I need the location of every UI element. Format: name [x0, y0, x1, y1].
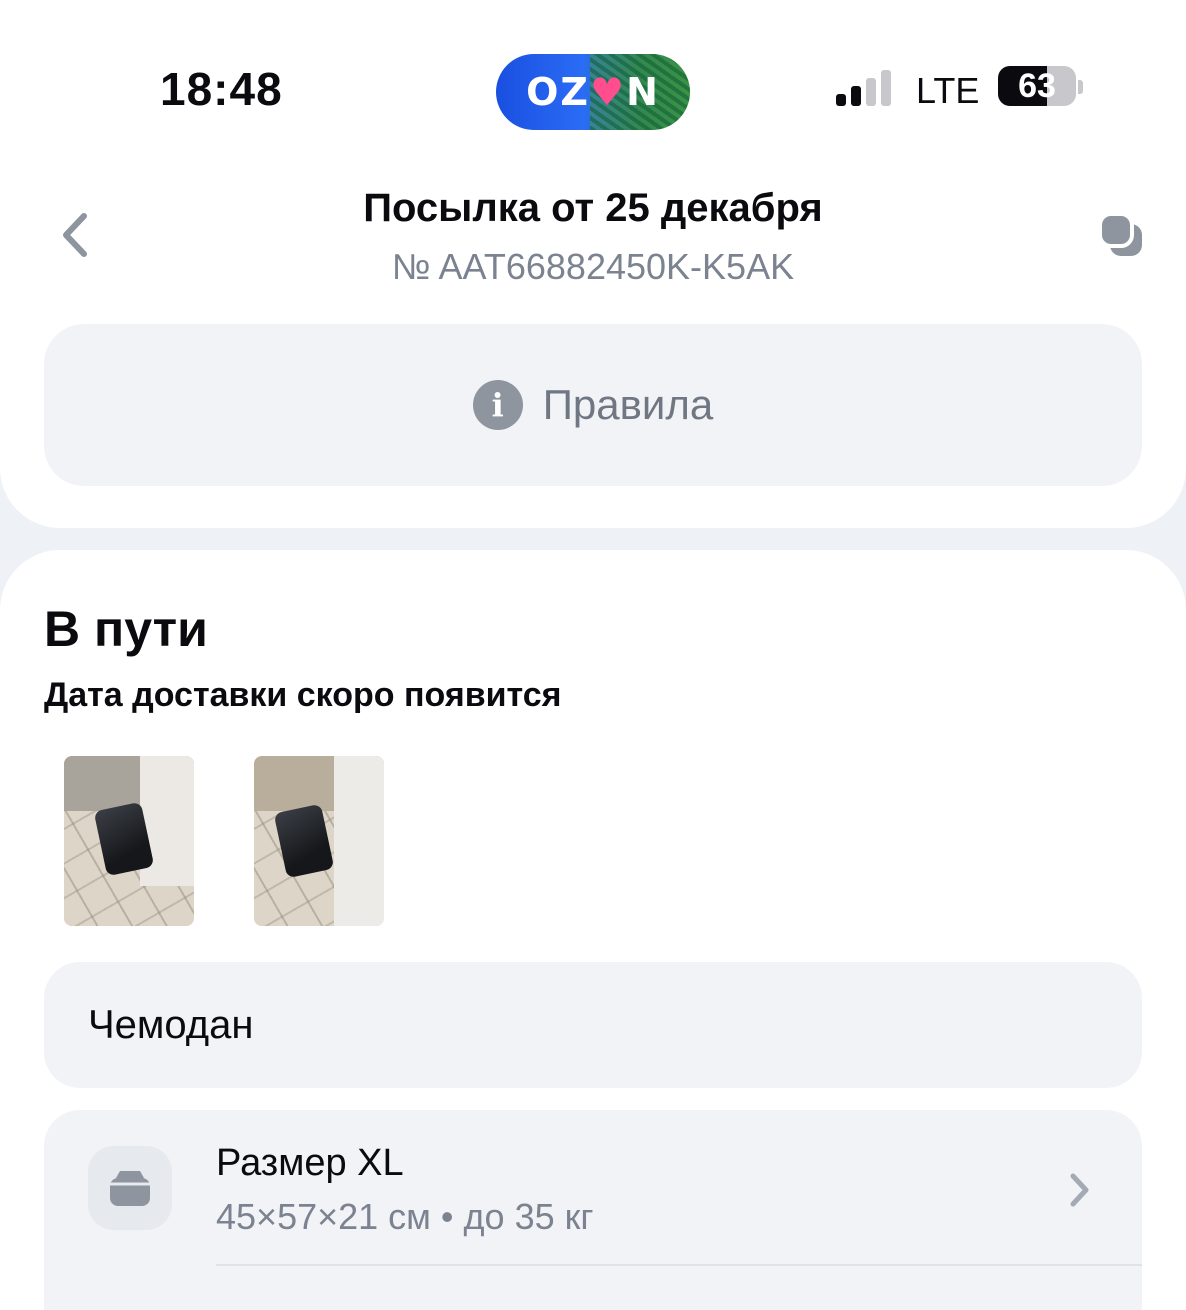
size-row[interactable]: Размер XL 45×57×21 см • до 35 кг: [44, 1110, 1142, 1310]
signal-strength-icon: [836, 70, 896, 106]
shipment-photo-2[interactable]: [254, 756, 384, 926]
shipment-photo-1[interactable]: [64, 756, 194, 926]
tracking-number[interactable]: № AAT66882450K-K5AK: [0, 246, 1186, 288]
battery-icon: 63: [998, 66, 1076, 106]
signal-bar: [866, 78, 876, 106]
rules-label: Правила: [542, 381, 714, 428]
status-time: 18:48: [160, 63, 283, 115]
ozon-logo-text: OZ♥N: [526, 70, 660, 114]
item-name-label: Чемодан: [88, 1002, 254, 1047]
battery-nub: [1078, 80, 1083, 94]
ozon-logo[interactable]: OZ♥N: [496, 54, 690, 130]
page-title: Посылка от 25 декабря: [363, 186, 823, 230]
size-title: Размер XL: [216, 1142, 404, 1184]
item-name[interactable]: Чемодан: [44, 962, 1142, 1088]
signal-bar: [836, 94, 846, 106]
shipment-status: В пути: [44, 601, 208, 657]
rules-button[interactable]: i Правила: [44, 324, 1142, 486]
box-icon: [110, 1171, 150, 1206]
battery-percent: 63: [1018, 67, 1056, 105]
signal-bar: [851, 86, 861, 106]
size-detail: 45×57×21 см • до 35 кг: [216, 1196, 594, 1237]
copy-icon: [1098, 212, 1142, 256]
info-icon: i: [472, 380, 523, 430]
heart-icon: ♥: [589, 70, 627, 114]
delivery-date-note: Дата доставки скоро появится: [44, 676, 562, 714]
chevron-right-icon: [1070, 1173, 1089, 1207]
ozon-logo-left: OZ: [526, 70, 590, 114]
copy-button[interactable]: [1096, 210, 1146, 260]
box-icon-wrap: [88, 1146, 172, 1230]
divider: [216, 1264, 1142, 1266]
ozon-logo-right: N: [626, 70, 660, 114]
network-type: LTE: [916, 70, 980, 111]
signal-bar: [881, 70, 891, 106]
